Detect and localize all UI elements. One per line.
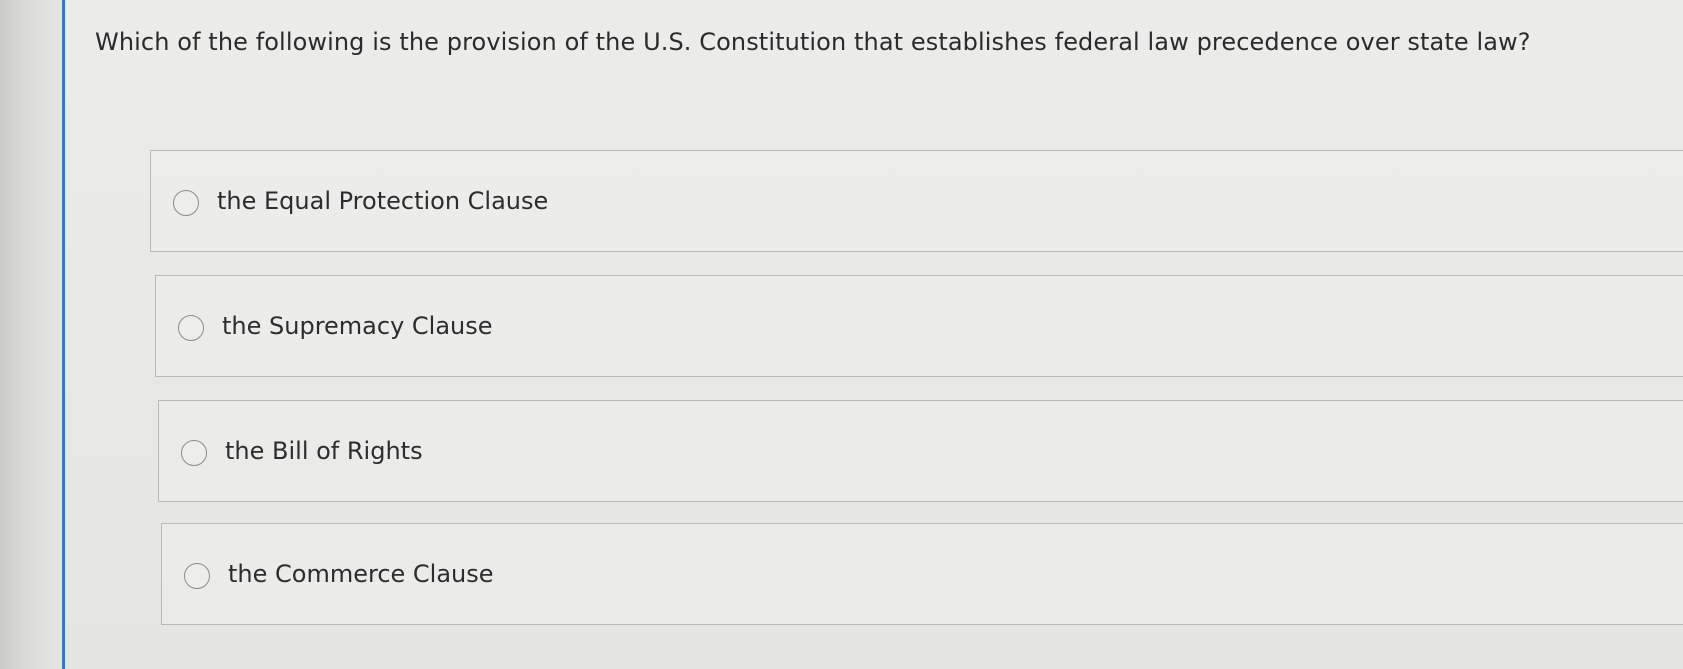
answer-option-label: the Bill of Rights bbox=[225, 437, 423, 465]
radio-button-icon[interactable] bbox=[173, 190, 199, 216]
screen: Which of the following is the provision … bbox=[0, 0, 1683, 669]
answer-option-label: the Commerce Clause bbox=[228, 560, 494, 588]
answer-option-bill-of-rights[interactable]: the Bill of Rights bbox=[158, 400, 1683, 502]
left-bezel bbox=[0, 0, 62, 669]
answer-option-equal-protection[interactable]: the Equal Protection Clause bbox=[150, 150, 1683, 252]
radio-button-icon[interactable] bbox=[178, 315, 204, 341]
radio-button-icon[interactable] bbox=[184, 563, 210, 589]
answer-option-supremacy[interactable]: the Supremacy Clause bbox=[155, 275, 1683, 377]
answer-option-label: the Equal Protection Clause bbox=[217, 187, 549, 215]
answer-option-label: the Supremacy Clause bbox=[222, 312, 493, 340]
quiz-content: Which of the following is the provision … bbox=[65, 0, 1683, 669]
question-text: Which of the following is the provision … bbox=[95, 28, 1531, 56]
answer-option-commerce[interactable]: the Commerce Clause bbox=[161, 523, 1683, 625]
radio-button-icon[interactable] bbox=[181, 440, 207, 466]
